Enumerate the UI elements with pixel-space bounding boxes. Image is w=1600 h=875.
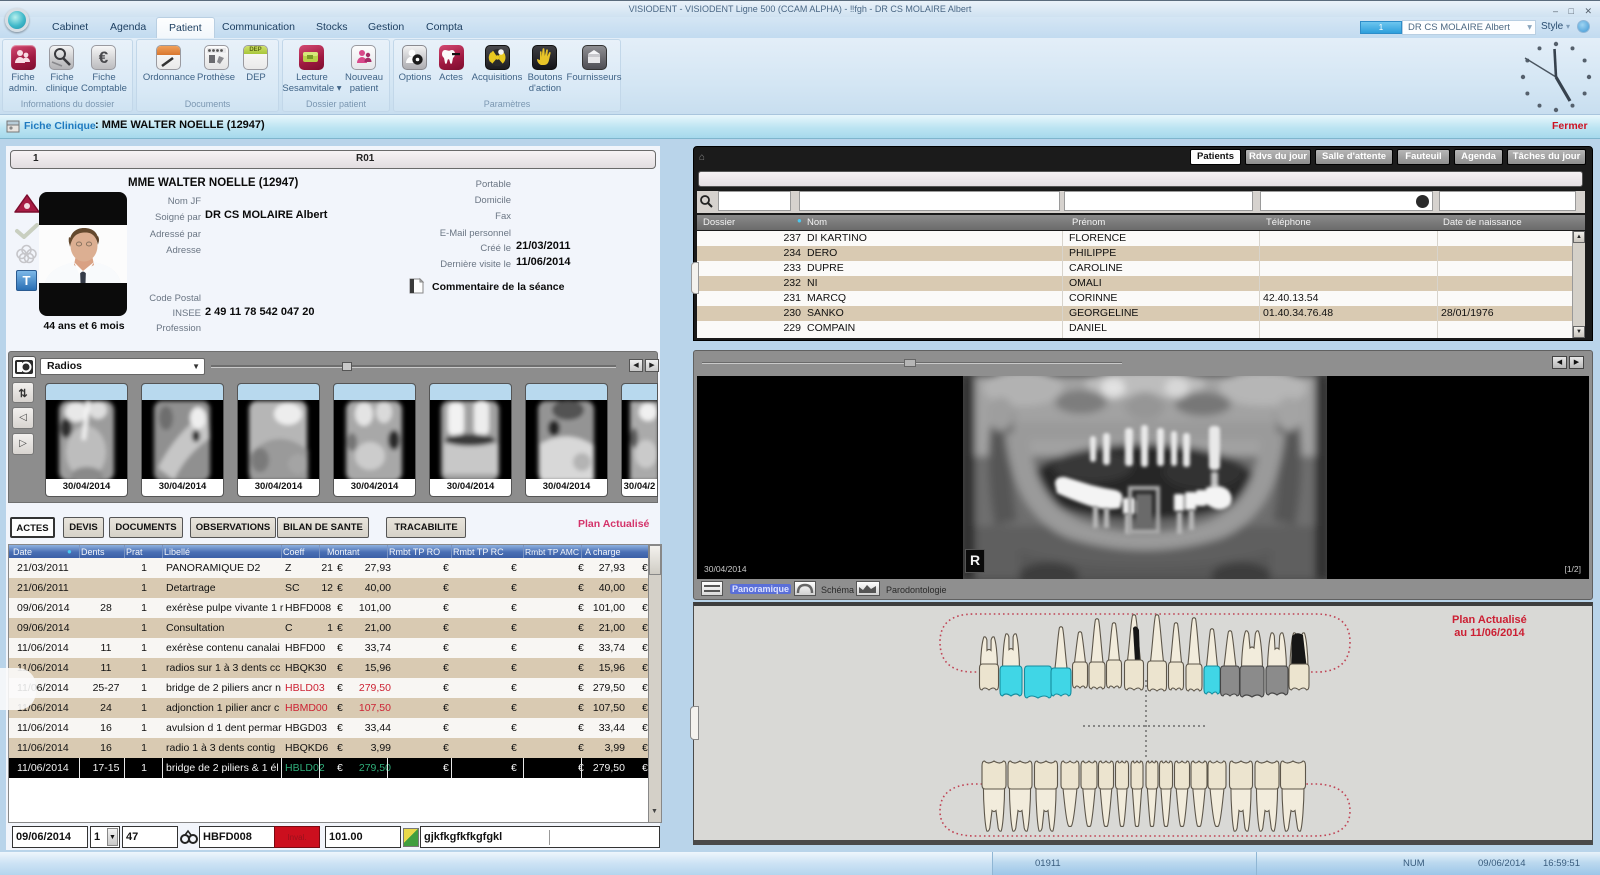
svg-text:€: € bbox=[99, 48, 109, 67]
svg-text:⇅: ⇅ bbox=[18, 388, 27, 400]
